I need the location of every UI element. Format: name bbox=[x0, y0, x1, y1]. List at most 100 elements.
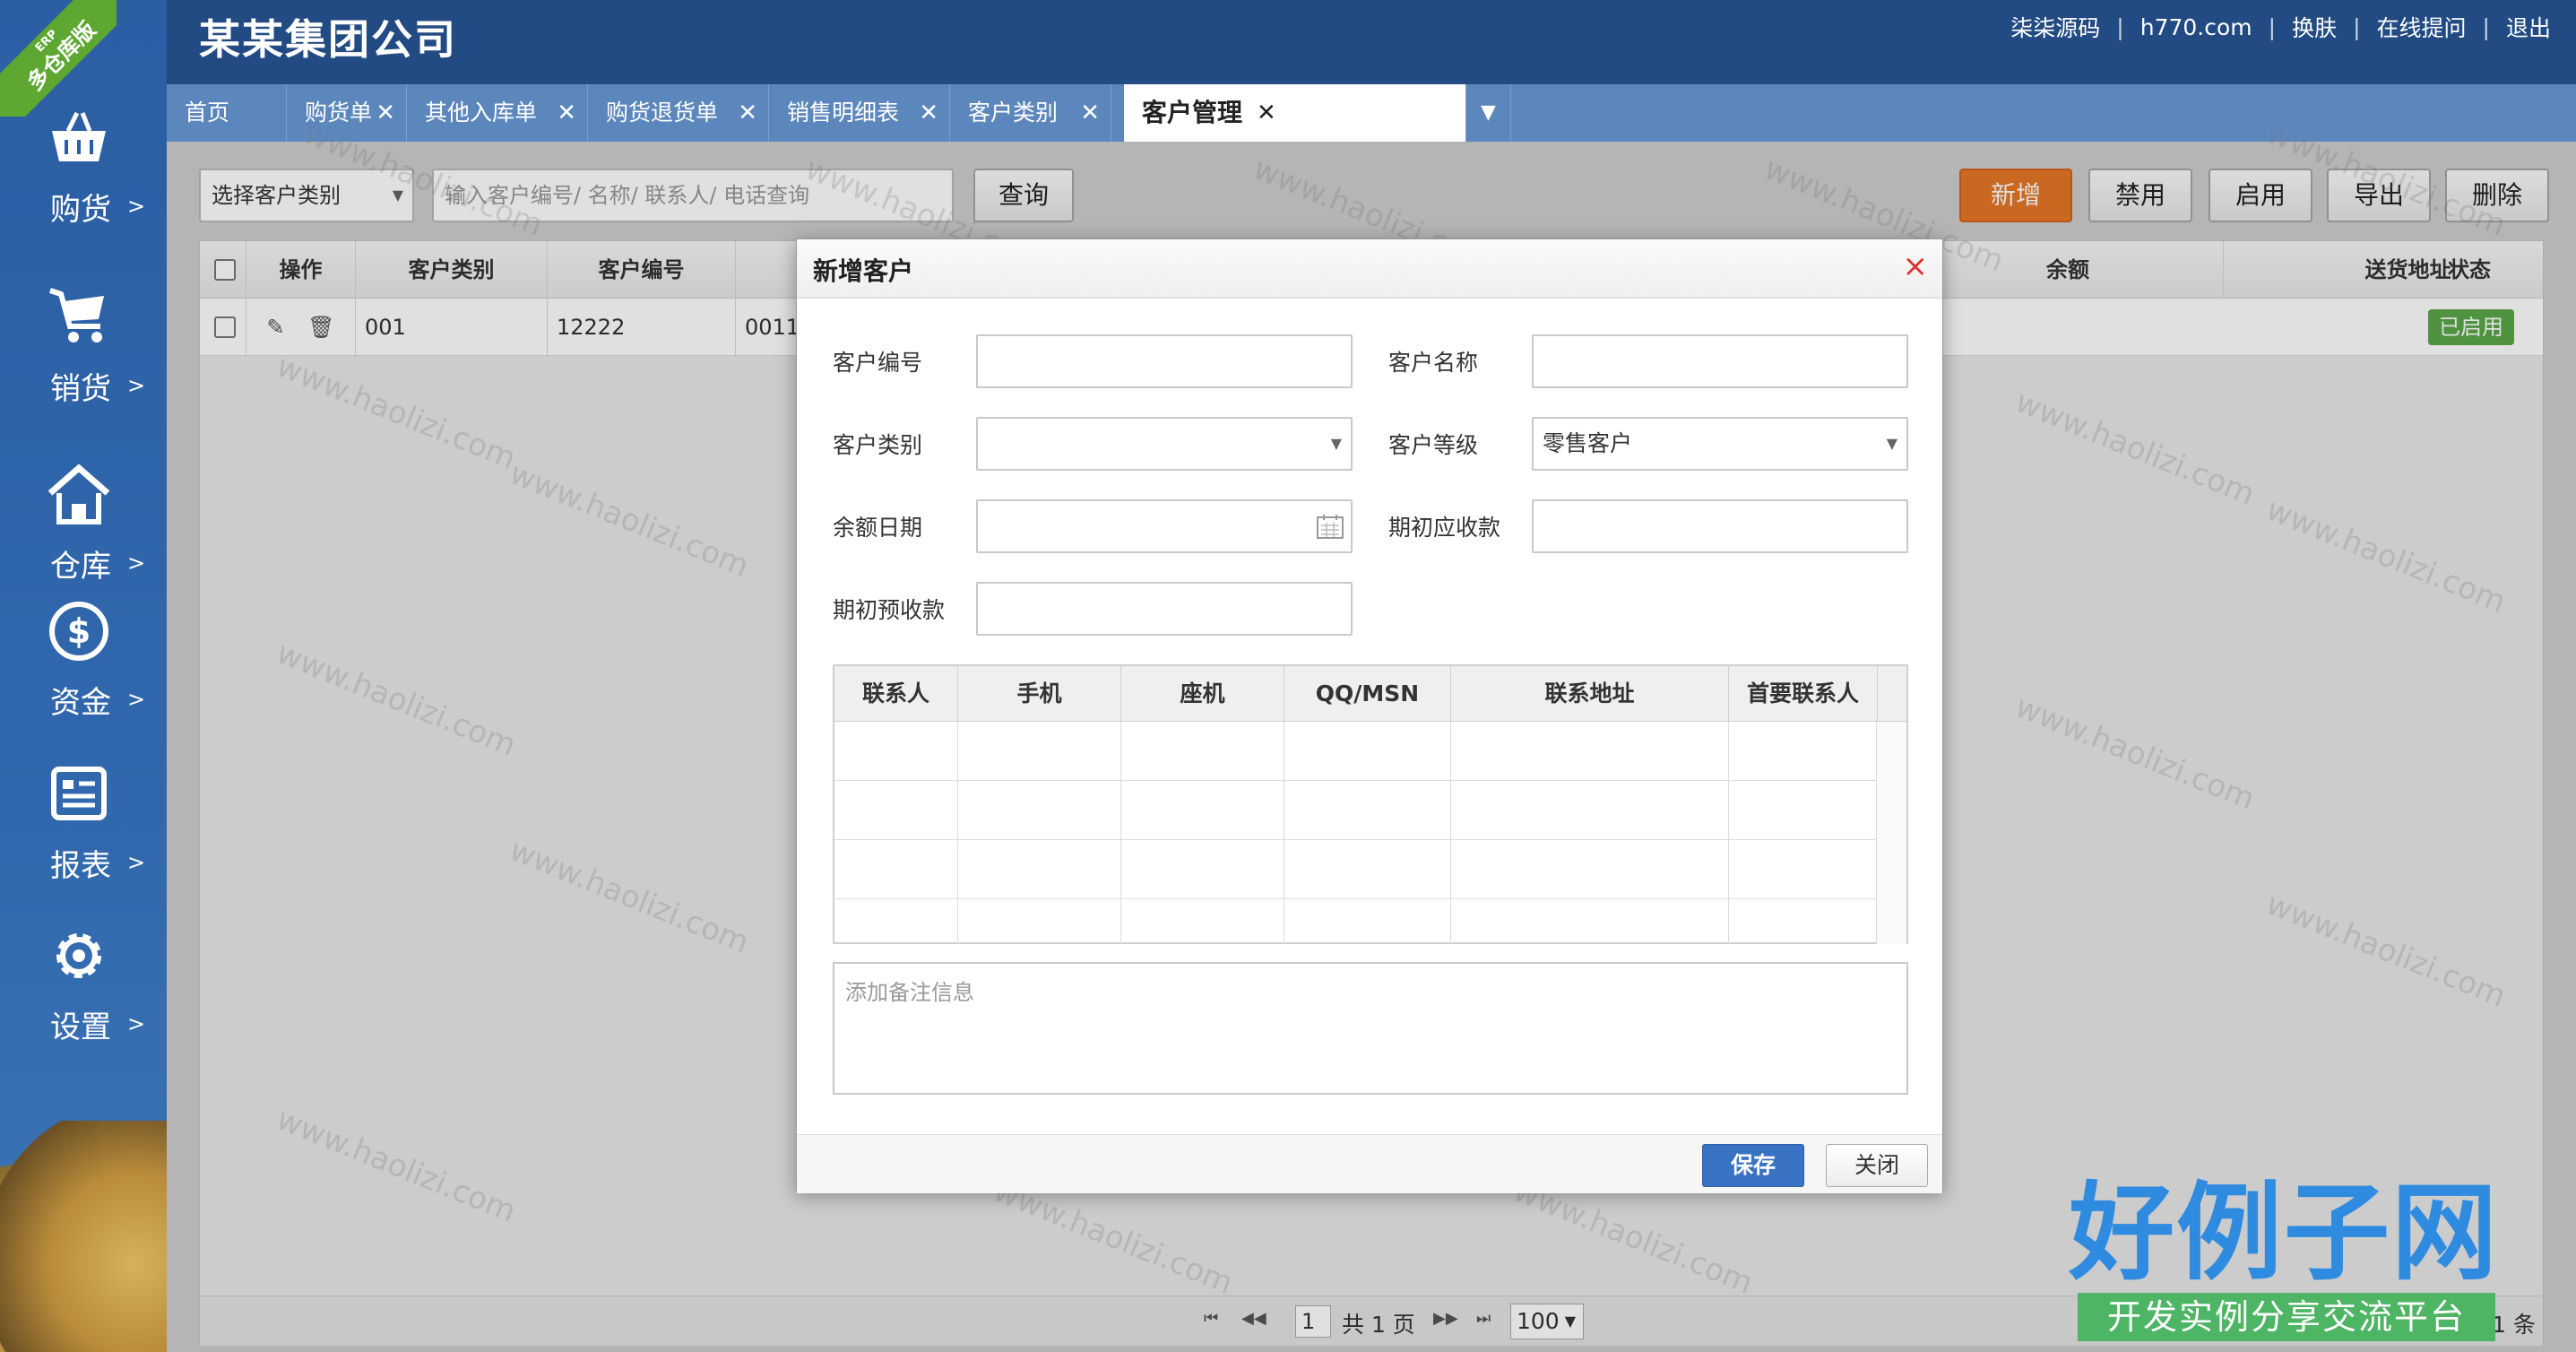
contact-cell[interactable] bbox=[1451, 781, 1729, 840]
tab-sales-detail[interactable]: 销售明细表 ✕ bbox=[769, 84, 950, 142]
calendar-icon[interactable] bbox=[1317, 514, 1344, 539]
customer-name-input[interactable] bbox=[1532, 334, 1908, 388]
house-icon bbox=[48, 464, 110, 524]
chevron-down-icon: ▼ bbox=[1330, 435, 1342, 452]
close-button[interactable]: 关闭 bbox=[1826, 1144, 1928, 1187]
contact-cell[interactable] bbox=[834, 781, 958, 840]
contact-cell[interactable] bbox=[958, 840, 1121, 899]
svg-text:$: $ bbox=[67, 611, 91, 651]
tab-label: 销售明细表 bbox=[787, 100, 900, 126]
close-icon[interactable]: ✕ bbox=[1257, 84, 1276, 142]
sidebar-label: 销货 bbox=[50, 371, 111, 407]
balance-date-label: 余额日期 bbox=[833, 515, 923, 541]
contact-cell[interactable] bbox=[1284, 781, 1451, 840]
company-name: 某某集团公司 bbox=[199, 15, 457, 64]
contact-cell[interactable] bbox=[834, 840, 958, 899]
save-button[interactable]: 保存 bbox=[1702, 1144, 1804, 1187]
tab-other-inbound[interactable]: 其他入库单 ✕ bbox=[407, 84, 588, 142]
contact-row[interactable] bbox=[834, 899, 1878, 944]
dialog-header: 新增客户 × bbox=[797, 239, 1942, 299]
col-contact: 联系人 bbox=[834, 666, 958, 722]
tab-purchase-order[interactable]: 购货单 ✕ bbox=[287, 84, 407, 142]
contact-cell[interactable] bbox=[958, 899, 1121, 944]
sidebar-item-funds[interactable]: $ 资金 > bbox=[0, 599, 167, 760]
edition-ribbon: ERP 多仓库版 bbox=[0, 0, 117, 117]
customer-type-select[interactable]: ▼ bbox=[976, 417, 1353, 471]
link-ask[interactable]: 在线提问 bbox=[2377, 11, 2467, 43]
brand-subtitle: 开发实例分享交流平台 bbox=[2078, 1293, 2495, 1341]
contact-cell[interactable] bbox=[1121, 722, 1284, 781]
sidebar-label: 资金 bbox=[50, 685, 111, 721]
hay-bale-image bbox=[0, 1121, 167, 1352]
contact-cell[interactable] bbox=[1284, 899, 1451, 944]
top-links: 柒柒源码 | h770.com | 换肤 | 在线提问 | 退出 bbox=[2010, 11, 2551, 43]
sidebar-item-purchase[interactable]: 购货 > bbox=[0, 106, 167, 267]
contact-cell[interactable] bbox=[834, 899, 958, 944]
col-address: 联系地址 bbox=[1451, 666, 1729, 722]
link-separator: | bbox=[2482, 13, 2490, 40]
initial-prepaid-input[interactable] bbox=[976, 582, 1353, 636]
dialog-footer: 保存 关闭 bbox=[797, 1134, 1942, 1193]
link-source[interactable]: 柒柒源码 bbox=[2010, 11, 2100, 43]
link-logout[interactable]: 退出 bbox=[2506, 11, 2551, 43]
close-icon[interactable]: ✕ bbox=[557, 84, 576, 142]
scrollbar[interactable] bbox=[1876, 722, 1906, 944]
tab-customer-management[interactable]: 客户管理 bbox=[1124, 84, 1466, 142]
contact-cell[interactable] bbox=[834, 722, 958, 781]
tab-bar: 首页 购货单 ✕ 其他入库单 ✕ 购货退货单 ✕ 销售明细表 ✕ 客户类别 ✕ … bbox=[167, 84, 2576, 142]
customer-level-select[interactable]: 零售客户 ▼ bbox=[1532, 417, 1908, 471]
sidebar-item-sales[interactable]: 销货 > bbox=[0, 285, 167, 446]
top-header: 某某集团公司 柒柒源码 | h770.com | 换肤 | 在线提问 | 退出 bbox=[0, 0, 2576, 84]
contact-row[interactable] bbox=[834, 781, 1878, 840]
contact-cell[interactable] bbox=[1284, 722, 1451, 781]
contact-cell[interactable] bbox=[958, 722, 1121, 781]
chevron-down-icon: ▼ bbox=[1886, 435, 1897, 452]
brand-title: 好例子网 bbox=[2069, 1170, 2500, 1295]
sidebar-label: 购货 bbox=[50, 192, 111, 228]
sidebar-label: 报表 bbox=[50, 848, 111, 884]
balance-date-input[interactable] bbox=[976, 499, 1353, 553]
gear-icon bbox=[56, 933, 101, 978]
receivable-label: 期初应收款 bbox=[1388, 515, 1501, 541]
customer-code-input[interactable] bbox=[976, 334, 1353, 388]
tab-purchase-return[interactable]: 购货退货单 ✕ bbox=[588, 84, 769, 142]
sidebar-item-settings[interactable]: 设置 > bbox=[0, 923, 167, 1085]
close-icon[interactable]: ✕ bbox=[1080, 84, 1100, 142]
sidebar-item-reports[interactable]: 报表 > bbox=[0, 762, 167, 923]
close-icon[interactable]: ✕ bbox=[738, 84, 757, 142]
tab-label: 客户类别 bbox=[968, 100, 1059, 126]
close-icon[interactable]: ✕ bbox=[919, 84, 938, 142]
name-label: 客户名称 bbox=[1388, 350, 1479, 376]
col-phone: 座机 bbox=[1121, 666, 1284, 722]
contact-cell[interactable] bbox=[1121, 840, 1284, 899]
remark-textarea[interactable]: 添加备注信息 bbox=[833, 962, 1908, 1095]
tab-customer-category[interactable]: 客户类别 ✕ bbox=[950, 84, 1111, 142]
col-qq: QQ/MSN bbox=[1284, 666, 1451, 722]
level-label: 客户等级 bbox=[1388, 432, 1479, 458]
contact-row[interactable] bbox=[834, 840, 1878, 899]
contact-row[interactable] bbox=[834, 722, 1878, 781]
contact-cell[interactable] bbox=[1451, 840, 1729, 899]
link-skin[interactable]: 换肤 bbox=[2292, 11, 2337, 43]
contact-cell[interactable] bbox=[1451, 899, 1729, 944]
col-mobile: 手机 bbox=[958, 666, 1121, 722]
contact-cell[interactable] bbox=[1284, 840, 1451, 899]
chevron-right-icon: > bbox=[127, 194, 146, 219]
link-site[interactable]: h770.com bbox=[2140, 14, 2252, 40]
contact-cell[interactable] bbox=[1121, 899, 1284, 944]
contact-cell[interactable] bbox=[1451, 722, 1729, 781]
link-separator: | bbox=[2353, 13, 2361, 40]
initial-receivable-input[interactable] bbox=[1532, 499, 1908, 553]
chevron-right-icon: > bbox=[127, 850, 146, 875]
contact-table: 联系人 手机 座机 QQ/MSN 联系地址 首要联系人 bbox=[833, 664, 1908, 944]
chevron-down-icon[interactable]: ▼ bbox=[1466, 84, 1511, 142]
tab-label: 购货退货单 bbox=[606, 100, 719, 126]
tab-label: 购货单 bbox=[305, 100, 373, 126]
tab-home[interactable]: 首页 bbox=[167, 84, 287, 142]
close-icon[interactable]: × bbox=[1903, 248, 1929, 284]
sidebar-label: 仓库 bbox=[50, 549, 111, 585]
contact-cell[interactable] bbox=[1121, 781, 1284, 840]
tab-label: 客户管理 bbox=[1142, 98, 1243, 127]
close-icon[interactable]: ✕ bbox=[376, 84, 395, 142]
contact-cell[interactable] bbox=[958, 781, 1121, 840]
